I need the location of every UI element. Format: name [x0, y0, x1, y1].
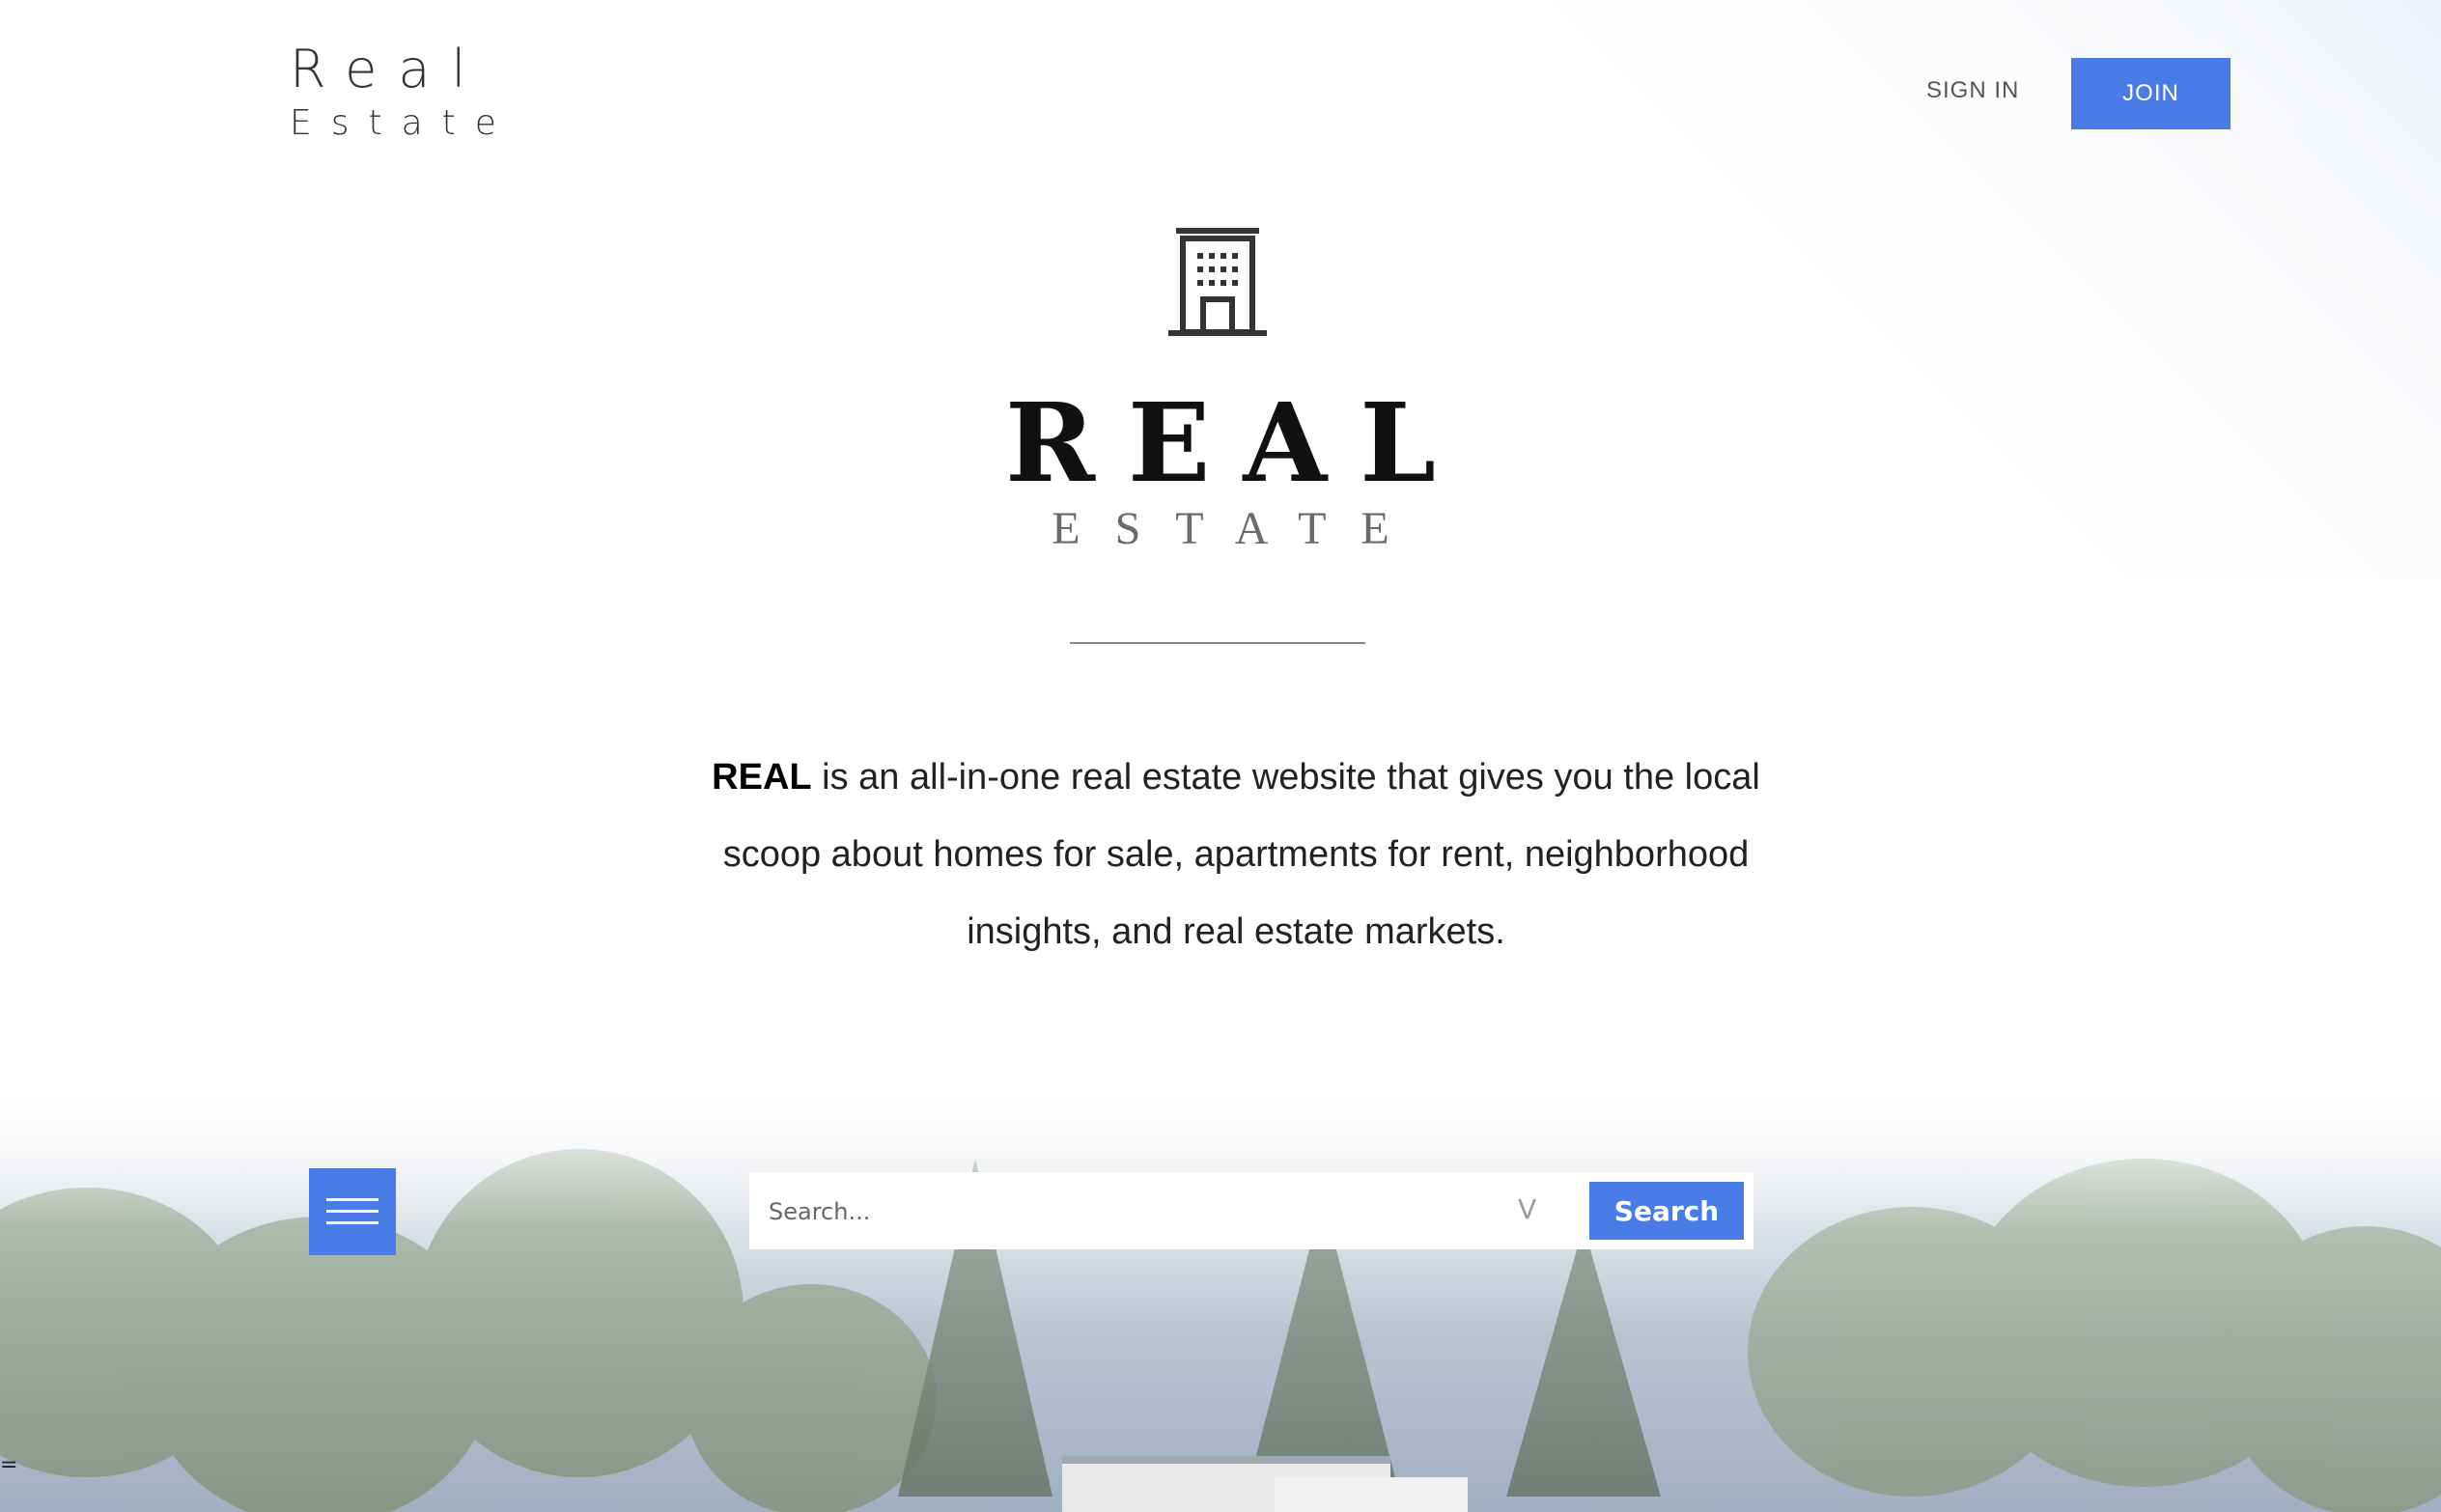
intro-bold: REAL — [712, 757, 812, 798]
sign-in-link[interactable]: SIGN IN — [1926, 77, 2019, 104]
hero-image — [0, 1081, 2441, 1512]
search-input[interactable] — [749, 1172, 1504, 1251]
hero-title: REAL — [1004, 380, 1470, 507]
intro-paragraph: REAL is an all-in-one real estate websit… — [666, 739, 1806, 970]
logo-line-estate: Estate — [290, 103, 516, 143]
edge-glyph: = — [0, 1453, 18, 1477]
trees-house-illustration — [0, 1081, 2441, 1512]
hamburger-menu-icon-line-1 — [326, 1198, 379, 1201]
hamburger-menu-icon-line-3 — [326, 1221, 379, 1224]
search-button[interactable]: Search — [1589, 1182, 1744, 1240]
chevron-down-icon[interactable]: V — [1518, 1193, 1536, 1225]
join-button[interactable]: JOIN — [2071, 58, 2231, 129]
menu-button[interactable] — [309, 1168, 396, 1255]
hamburger-menu-icon-line-2 — [326, 1210, 379, 1213]
intro-text: is an all-in-one real estate website tha… — [722, 757, 1760, 952]
site-logo[interactable]: Real Estate — [290, 39, 516, 145]
title-divider — [1070, 642, 1365, 644]
logo-line-real: Real — [290, 39, 488, 99]
hero-subtitle: ESTATE — [1052, 503, 1424, 554]
building-icon — [1168, 228, 1267, 336]
